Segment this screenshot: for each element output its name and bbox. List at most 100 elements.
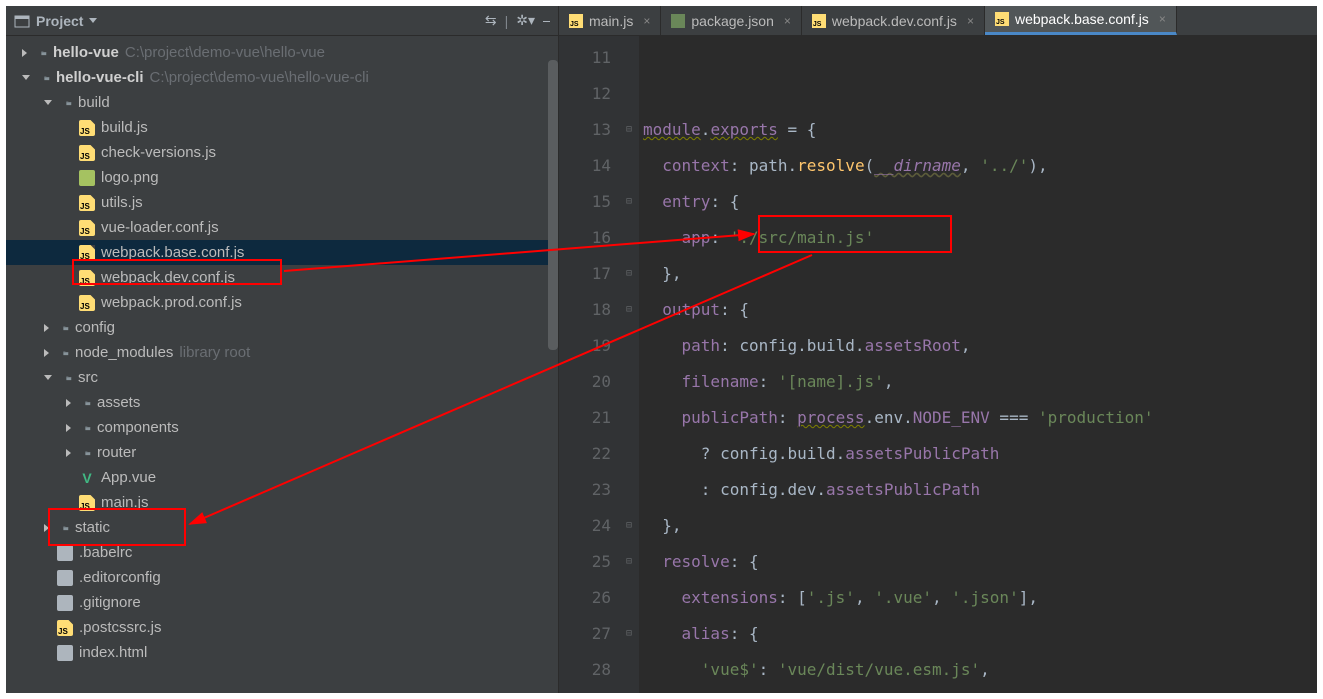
code-line[interactable]: resolve: { <box>643 544 1317 580</box>
code-line[interactable]: alias: { <box>643 616 1317 652</box>
tree-item-index-html[interactable]: index.html <box>6 640 558 665</box>
js-file-icon <box>79 120 95 136</box>
line-number: 19 <box>559 328 611 364</box>
tree-item-hint: C:\project\demo-vue\hello-vue-cli <box>150 69 369 86</box>
fold-marker-icon[interactable]: ⊟ <box>619 616 639 652</box>
code-line[interactable]: }, <box>643 508 1317 544</box>
expand-arrow-icon[interactable] <box>22 75 30 80</box>
tree-item-src[interactable]: src <box>6 365 558 390</box>
tree-item-logo-png[interactable]: logo.png <box>6 165 558 190</box>
txt-file-icon <box>57 545 73 561</box>
project-tree[interactable]: hello-vueC:\project\demo-vue\hello-vuehe… <box>6 36 558 693</box>
expand-arrow-icon[interactable] <box>44 375 52 380</box>
code-content[interactable]: module.exports = { context: path.resolve… <box>639 36 1317 693</box>
code-line[interactable]: }, <box>643 256 1317 292</box>
tree-item-app-vue[interactable]: App.vue <box>6 465 558 490</box>
code-line[interactable]: extensions: ['.js', '.vue', '.json'], <box>643 580 1317 616</box>
expand-arrow-icon[interactable] <box>66 399 71 407</box>
expand-arrow-icon[interactable] <box>44 349 49 357</box>
settings-gear-icon[interactable]: ✲▾ <box>516 12 535 29</box>
code-line[interactable]: output: { <box>643 292 1317 328</box>
tree-item-label: vue-loader.conf.js <box>101 219 219 236</box>
tree-item-label: static <box>75 519 110 536</box>
tree-item-router[interactable]: router <box>6 440 558 465</box>
txt-file-icon <box>57 570 73 586</box>
tree-item-static[interactable]: static <box>6 515 558 540</box>
tree-item-webpack-prod-conf-js[interactable]: webpack.prod.conf.js <box>6 290 558 315</box>
tree-item-build-js[interactable]: build.js <box>6 115 558 140</box>
tree-item--postcssrc-js[interactable]: .postcssrc.js <box>6 615 558 640</box>
tree-item-label: .gitignore <box>79 594 141 611</box>
expand-arrow-icon[interactable] <box>66 424 71 432</box>
close-tab-icon[interactable]: × <box>1159 12 1166 26</box>
expand-arrow-icon[interactable] <box>44 324 49 332</box>
code-line[interactable] <box>643 76 1317 112</box>
line-number: 12 <box>559 76 611 112</box>
line-number: 24 <box>559 508 611 544</box>
project-selector-dropdown-icon[interactable] <box>89 18 97 23</box>
tree-item-label: webpack.dev.conf.js <box>101 269 235 286</box>
js-file-icon <box>79 220 95 236</box>
tree-item-build[interactable]: build <box>6 90 558 115</box>
tree-item-utils-js[interactable]: utils.js <box>6 190 558 215</box>
code-editor[interactable]: 111213141516171819202122232425262728 ⊟⊟⊟… <box>559 36 1317 693</box>
tree-item--gitignore[interactable]: .gitignore <box>6 590 558 615</box>
expand-arrow-icon[interactable] <box>66 449 71 457</box>
code-line[interactable]: context: path.resolve(__dirname, '../'), <box>643 148 1317 184</box>
expand-arrow-icon[interactable] <box>44 100 52 105</box>
tree-item--babelrc[interactable]: .babelrc <box>6 540 558 565</box>
editor-tab-webpack-dev-conf-js[interactable]: webpack.dev.conf.js× <box>802 6 985 35</box>
fold-gutter[interactable]: ⊟⊟⊟⊟⊟⊟⊟ <box>619 36 639 693</box>
fold-marker-icon[interactable]: ⊟ <box>619 508 639 544</box>
code-line[interactable]: publicPath: process.env.NODE_ENV === 'pr… <box>643 400 1317 436</box>
code-line[interactable]: entry: { <box>643 184 1317 220</box>
editor-tab-main-js[interactable]: main.js× <box>559 6 661 35</box>
txt-file-icon <box>57 595 73 611</box>
code-line[interactable]: path: config.build.assetsRoot, <box>643 328 1317 364</box>
code-line[interactable] <box>643 40 1317 76</box>
code-line[interactable]: filename: '[name].js', <box>643 364 1317 400</box>
fold-marker-icon[interactable]: ⊟ <box>619 544 639 580</box>
close-tab-icon[interactable]: × <box>643 14 650 28</box>
tree-item-main-js[interactable]: main.js <box>6 490 558 515</box>
tree-item-check-versions-js[interactable]: check-versions.js <box>6 140 558 165</box>
collapse-all-icon[interactable]: ⇆ <box>485 12 497 29</box>
expand-arrow-icon[interactable] <box>22 49 27 57</box>
tree-item--editorconfig[interactable]: .editorconfig <box>6 565 558 590</box>
tree-item-webpack-base-conf-js[interactable]: webpack.base.conf.js <box>6 240 558 265</box>
editor-area: main.js×package.json×webpack.dev.conf.js… <box>559 6 1317 693</box>
code-line[interactable]: 'vue$': 'vue/dist/vue.esm.js', <box>643 652 1317 688</box>
fold-marker-icon[interactable]: ⊟ <box>619 256 639 292</box>
close-tab-icon[interactable]: × <box>784 14 791 28</box>
code-line[interactable]: : config.dev.assetsPublicPath <box>643 472 1317 508</box>
editor-tab-webpack-base-conf-js[interactable]: webpack.base.conf.js× <box>985 6 1177 35</box>
code-line[interactable]: ? config.build.assetsPublicPath <box>643 436 1317 472</box>
editor-tabs: main.js×package.json×webpack.dev.conf.js… <box>559 6 1317 36</box>
tree-item-components[interactable]: components <box>6 415 558 440</box>
tree-item-assets[interactable]: assets <box>6 390 558 415</box>
tree-item-hello-vue-cli[interactable]: hello-vue-cli C:\project\demo-vue\hello-v… <box>6 65 558 90</box>
tree-item-node-modules[interactable]: node_moduleslibrary root <box>6 340 558 365</box>
tree-item-hello-vue[interactable]: hello-vueC:\project\demo-vue\hello-vue <box>6 40 558 65</box>
code-line[interactable]: module.exports = { <box>643 112 1317 148</box>
fold-marker-icon[interactable]: ⊟ <box>619 112 639 148</box>
fold-marker-icon <box>619 400 639 436</box>
close-tab-icon[interactable]: × <box>967 14 974 28</box>
hide-tool-window-icon[interactable]: ⎯ <box>543 12 550 29</box>
tree-item-config[interactable]: config <box>6 315 558 340</box>
tree-item-label: node_modules <box>75 344 173 361</box>
js-file-icon <box>79 495 95 511</box>
editor-tab-package-json[interactable]: package.json× <box>661 6 802 35</box>
tree-item-label: hello-vue-cli <box>56 69 144 86</box>
fold-marker-icon <box>619 148 639 184</box>
code-line[interactable]: app: './src/main.js' <box>643 220 1317 256</box>
tree-item-webpack-dev-conf-js[interactable]: webpack.dev.conf.js <box>6 265 558 290</box>
fold-marker-icon[interactable]: ⊟ <box>619 184 639 220</box>
expand-arrow-icon[interactable] <box>44 524 49 532</box>
tree-item-vue-loader-conf-js[interactable]: vue-loader.conf.js <box>6 215 558 240</box>
project-label[interactable]: Project <box>36 13 83 29</box>
tree-item-label: logo.png <box>101 169 159 186</box>
scrollbar-thumb[interactable] <box>548 60 558 350</box>
fold-marker-icon[interactable]: ⊟ <box>619 292 639 328</box>
line-number: 11 <box>559 40 611 76</box>
